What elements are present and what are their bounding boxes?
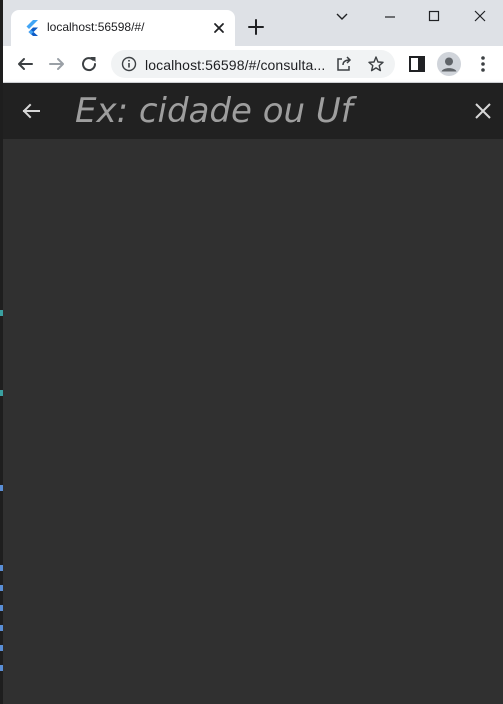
sidebar-icon[interactable] [405,52,429,76]
tab-title: localhost:56598/#/ [47,20,145,34]
reload-icon[interactable] [77,52,101,76]
plus-icon[interactable] [245,16,267,38]
address-bar[interactable]: localhost:56598/#/consulta... [111,50,395,78]
search-results-area [3,139,503,704]
more-icon[interactable] [471,52,495,76]
close-icon[interactable] [209,18,229,38]
arrow-back-icon[interactable] [19,99,43,123]
search-input[interactable] [75,87,455,135]
clear-icon[interactable] [471,99,495,123]
share-icon[interactable] [335,55,353,73]
search-app-bar [3,83,503,139]
browser-window: localhost:56598/#/ localhost:56598/#/con… [3,0,503,704]
flutter-icon [25,20,39,36]
browser-toolbar: localhost:56598/#/consulta... [3,46,503,83]
browser-tab[interactable]: localhost:56598/#/ [11,10,235,46]
chevron-down-icon[interactable] [331,6,353,26]
info-icon[interactable] [121,56,137,72]
address-url: localhost:56598/#/consulta... [145,57,326,73]
forward-icon[interactable] [45,52,69,76]
star-icon[interactable] [367,55,385,73]
tab-strip: localhost:56598/#/ [3,0,503,46]
profile-icon[interactable] [437,52,461,76]
minimize-icon[interactable] [379,6,401,26]
back-icon[interactable] [13,52,37,76]
maximize-icon[interactable] [423,6,445,26]
close-window-icon[interactable] [469,6,491,26]
